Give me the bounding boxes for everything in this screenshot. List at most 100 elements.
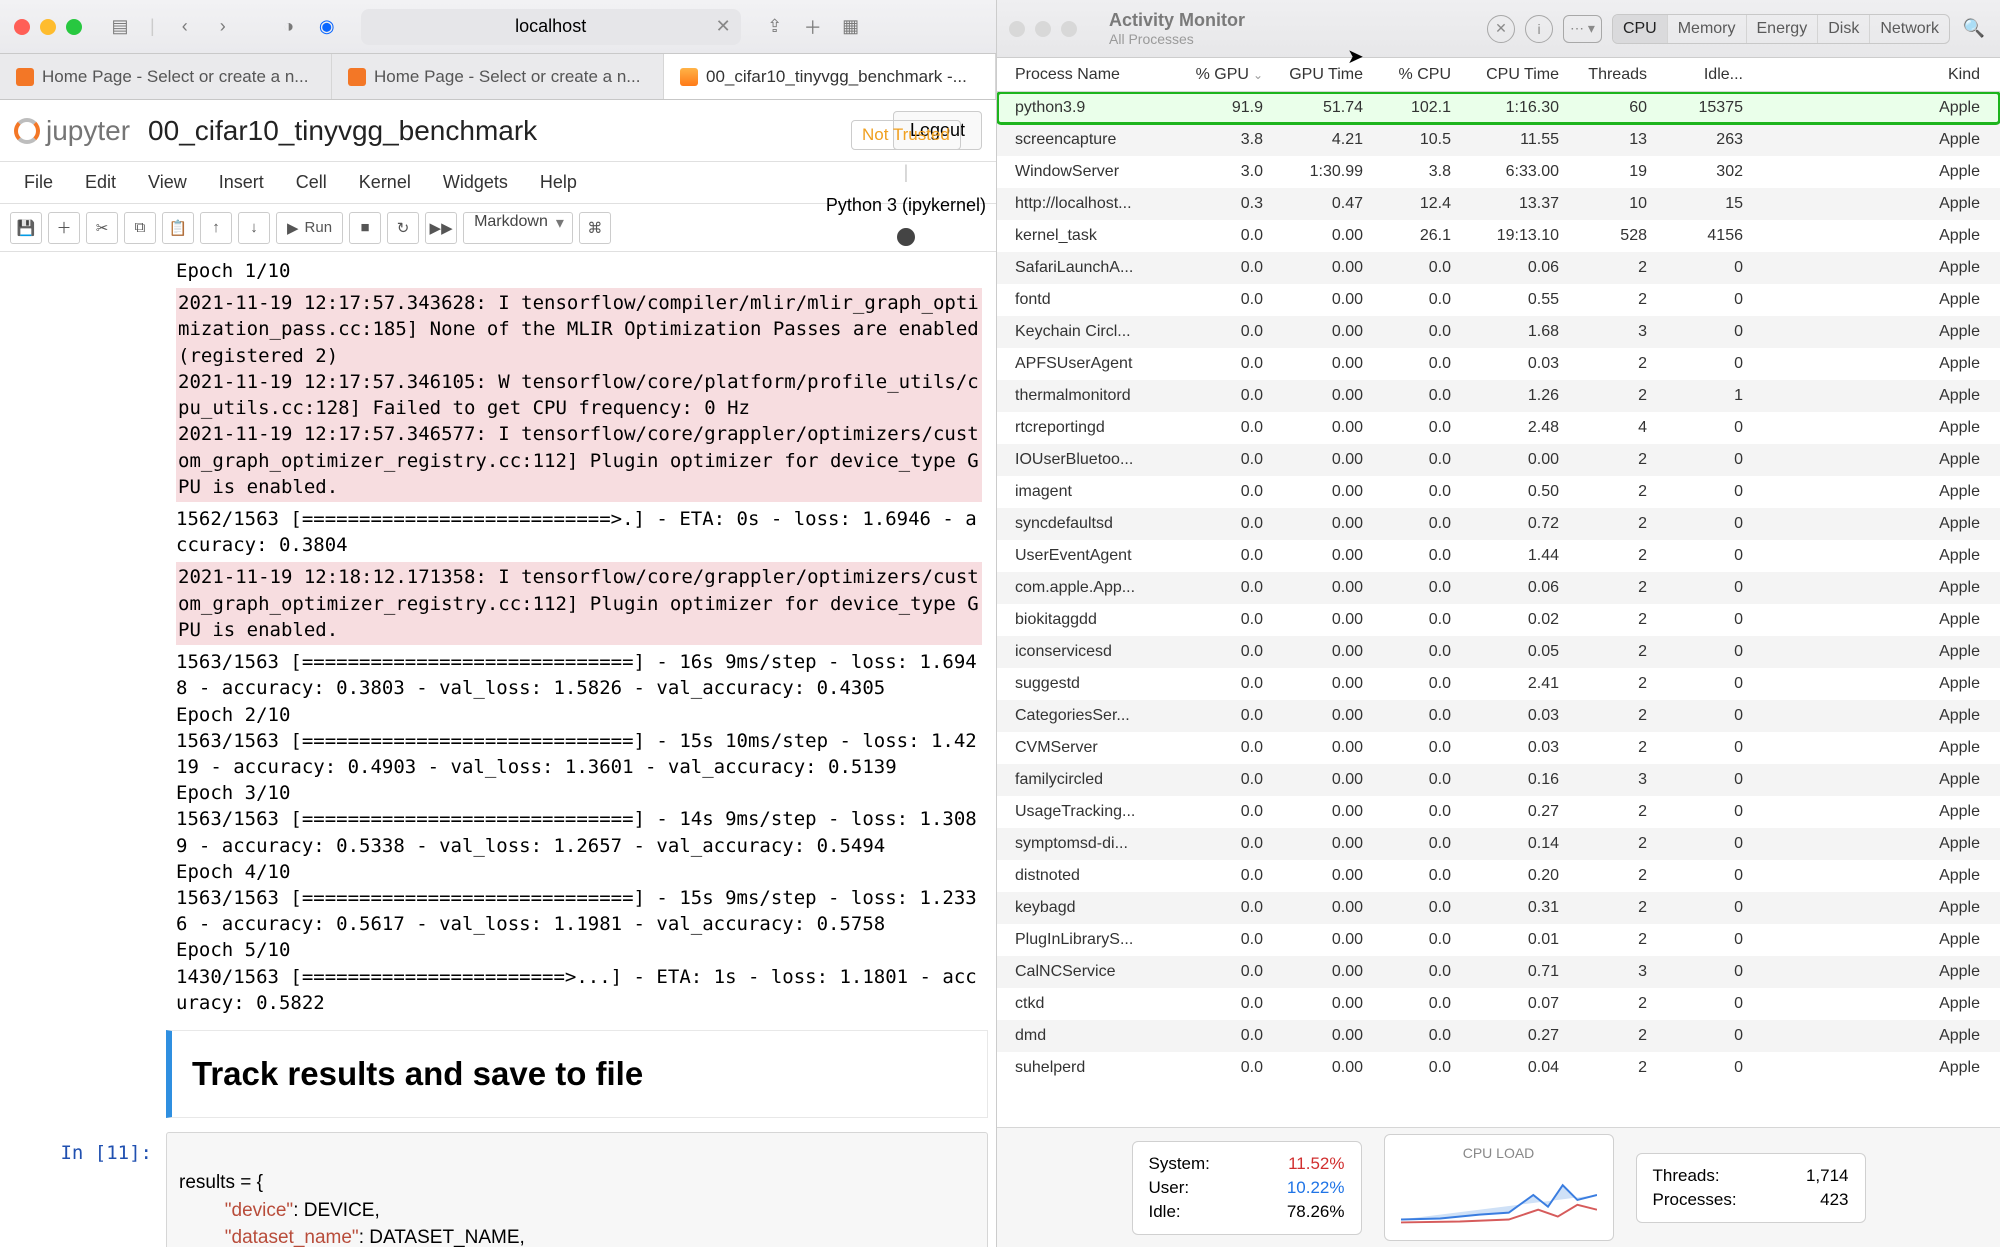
col-cpu-time[interactable]: CPU Time [1457, 66, 1565, 84]
table-row[interactable]: fontd0.00.000.00.5520Apple [997, 284, 2000, 316]
cell-ctime: 0.01 [1457, 931, 1565, 949]
table-row[interactable]: CVMServer0.00.000.00.0320Apple [997, 732, 2000, 764]
url-bar[interactable]: localhost ✕ [361, 9, 741, 45]
menu-edit[interactable]: Edit [71, 166, 130, 199]
tab-energy[interactable]: Energy [1747, 15, 1819, 43]
notebook-body[interactable]: Epoch 1/10 2021-11-19 12:17:57.343628: I… [0, 252, 996, 1247]
menu-view[interactable]: View [134, 166, 201, 199]
more-icon[interactable]: ⋯ ▾ [1563, 15, 1602, 43]
code-editor[interactable]: results = { "device": DEVICE, "dataset_n… [166, 1132, 988, 1247]
copy-button[interactable]: ⧉ [124, 212, 156, 244]
restart-button[interactable]: ↻ [387, 212, 419, 244]
tab-cpu[interactable]: CPU [1613, 15, 1668, 43]
table-row[interactable]: iconservicesd0.00.000.00.0520Apple [997, 636, 2000, 668]
table-row[interactable]: screencapture3.84.2110.511.5513263Apple [997, 124, 2000, 156]
tab-home-1[interactable]: Home Page - Select or create a n... [0, 54, 332, 99]
maximize-icon[interactable] [1061, 21, 1077, 37]
maximize-icon[interactable] [66, 19, 82, 35]
table-row[interactable]: dmd0.00.000.00.2720Apple [997, 1020, 2000, 1052]
table-row[interactable]: http://localhost...0.30.4712.413.371015A… [997, 188, 2000, 220]
tab-overview-icon[interactable]: ▦ [837, 13, 865, 41]
table-row[interactable]: rtcreportingd0.00.000.02.4840Apple [997, 412, 2000, 444]
cell-prompt [8, 1030, 166, 1118]
table-row[interactable]: thermalmonitord0.00.000.01.2621Apple [997, 380, 2000, 412]
move-up-button[interactable]: ↑ [200, 212, 232, 244]
table-row[interactable]: CategoriesSer...0.00.000.00.0320Apple [997, 700, 2000, 732]
jupyter-logo[interactable]: jupyter [14, 115, 130, 147]
cut-button[interactable]: ✂ [86, 212, 118, 244]
cell-type-select[interactable]: Markdown [463, 212, 573, 244]
save-button[interactable]: 💾 [10, 212, 42, 244]
menu-cell[interactable]: Cell [282, 166, 341, 199]
table-row[interactable]: CalNCService0.00.000.00.7130Apple [997, 956, 2000, 988]
col-idle[interactable]: Idle... [1653, 66, 1749, 84]
menu-kernel[interactable]: Kernel [345, 166, 425, 199]
stop-button[interactable]: ■ [349, 212, 381, 244]
table-row[interactable]: PlugInLibraryS...0.00.000.00.0120Apple [997, 924, 2000, 956]
forward-button[interactable]: › [209, 13, 237, 41]
run-all-button[interactable]: ▶▶ [425, 212, 457, 244]
search-icon[interactable]: 🔍 [1960, 15, 1988, 43]
col-cpu[interactable]: % CPU [1369, 66, 1457, 84]
notebook-name[interactable]: 00_cifar10_tinyvgg_benchmark [148, 115, 537, 147]
tab-disk[interactable]: Disk [1818, 15, 1870, 43]
share-icon[interactable]: ⇪ [761, 13, 789, 41]
table-row[interactable]: distnoted0.00.000.00.2020Apple [997, 860, 2000, 892]
command-palette-button[interactable]: ⌘ [579, 212, 611, 244]
code-cell[interactable]: In [11]: results = { "device": DEVICE, "… [8, 1132, 988, 1247]
run-button[interactable]: ▶ Run [276, 212, 343, 244]
table-row[interactable]: kernel_task0.00.0026.119:13.105284156App… [997, 220, 2000, 252]
tab-memory[interactable]: Memory [1668, 15, 1747, 43]
col-kind[interactable]: Kind [1749, 66, 1988, 84]
table-row[interactable]: Keychain Circl...0.00.000.01.6830Apple [997, 316, 2000, 348]
1password-icon[interactable]: ◉ [313, 13, 341, 41]
minimize-icon[interactable] [1035, 21, 1051, 37]
table-row[interactable]: SafariLaunchA...0.00.000.00.0620Apple [997, 252, 2000, 284]
tab-notebook[interactable]: 00_cifar10_tinyvgg_benchmark -... [664, 54, 996, 99]
table-row[interactable]: UsageTracking...0.00.000.00.2720Apple [997, 796, 2000, 828]
paste-button[interactable]: 📋 [162, 212, 194, 244]
table-row[interactable]: python3.991.951.74102.11:16.306015375App… [997, 92, 2000, 124]
col-process-name[interactable]: Process Name [1009, 66, 1177, 84]
table-row[interactable]: syncdefaultsd0.00.000.00.7220Apple [997, 508, 2000, 540]
menu-insert[interactable]: Insert [205, 166, 278, 199]
table-row[interactable]: suhelperd0.00.000.00.0420Apple [997, 1052, 2000, 1084]
menu-help[interactable]: Help [526, 166, 591, 199]
menu-file[interactable]: File [10, 166, 67, 199]
trust-badge[interactable]: Not Trusted [851, 120, 961, 150]
menu-widgets[interactable]: Widgets [429, 166, 522, 199]
table-row[interactable]: ctkd0.00.000.00.0720Apple [997, 988, 2000, 1020]
table-row[interactable]: UserEventAgent0.00.000.01.4420Apple [997, 540, 2000, 572]
back-button[interactable]: ‹ [171, 13, 199, 41]
table-row[interactable]: keybagd0.00.000.00.3120Apple [997, 892, 2000, 924]
table-row[interactable]: WindowServer3.01:30.993.86:33.0019302App… [997, 156, 2000, 188]
col-gpu[interactable]: % GPU⌄ [1177, 66, 1269, 84]
table-row[interactable]: com.apple.App...0.00.000.00.0620Apple [997, 572, 2000, 604]
table-row[interactable]: imagent0.00.000.00.5020Apple [997, 476, 2000, 508]
close-icon[interactable] [1009, 21, 1025, 37]
tab-home-2[interactable]: Home Page - Select or create a n... [332, 54, 664, 99]
tab-network[interactable]: Network [1870, 15, 1949, 43]
col-gpu-time[interactable]: GPU Time [1269, 66, 1369, 84]
table-row[interactable]: IOUserBluetoo...0.00.000.00.0020Apple [997, 444, 2000, 476]
table-row[interactable]: familycircled0.00.000.00.1630Apple [997, 764, 2000, 796]
col-threads[interactable]: Threads [1565, 66, 1653, 84]
info-icon[interactable]: i [1525, 15, 1553, 43]
add-cell-button[interactable]: ＋ [48, 212, 80, 244]
cell-ctime: 0.03 [1457, 739, 1565, 757]
stop-process-icon[interactable]: ✕ [1487, 15, 1515, 43]
table-row[interactable]: symptomsd-di...0.00.000.00.1420Apple [997, 828, 2000, 860]
cell-gtime: 0.00 [1269, 515, 1369, 533]
stop-reload-icon[interactable]: ✕ [716, 16, 731, 37]
am-table-body[interactable]: python3.991.951.74102.11:16.306015375App… [997, 92, 2000, 1127]
table-row[interactable]: APFSUserAgent0.00.000.00.0320Apple [997, 348, 2000, 380]
close-icon[interactable] [14, 19, 30, 35]
privacy-icon[interactable]: ◑ [275, 13, 303, 41]
minimize-icon[interactable] [40, 19, 56, 35]
sidebar-icon[interactable]: ▤ [106, 13, 134, 41]
table-row[interactable]: suggestd0.00.000.02.4120Apple [997, 668, 2000, 700]
markdown-cell[interactable]: Track results and save to file [8, 1030, 988, 1118]
new-tab-icon[interactable]: ＋ [799, 13, 827, 41]
table-row[interactable]: biokitaggdd0.00.000.00.0220Apple [997, 604, 2000, 636]
move-down-button[interactable]: ↓ [238, 212, 270, 244]
